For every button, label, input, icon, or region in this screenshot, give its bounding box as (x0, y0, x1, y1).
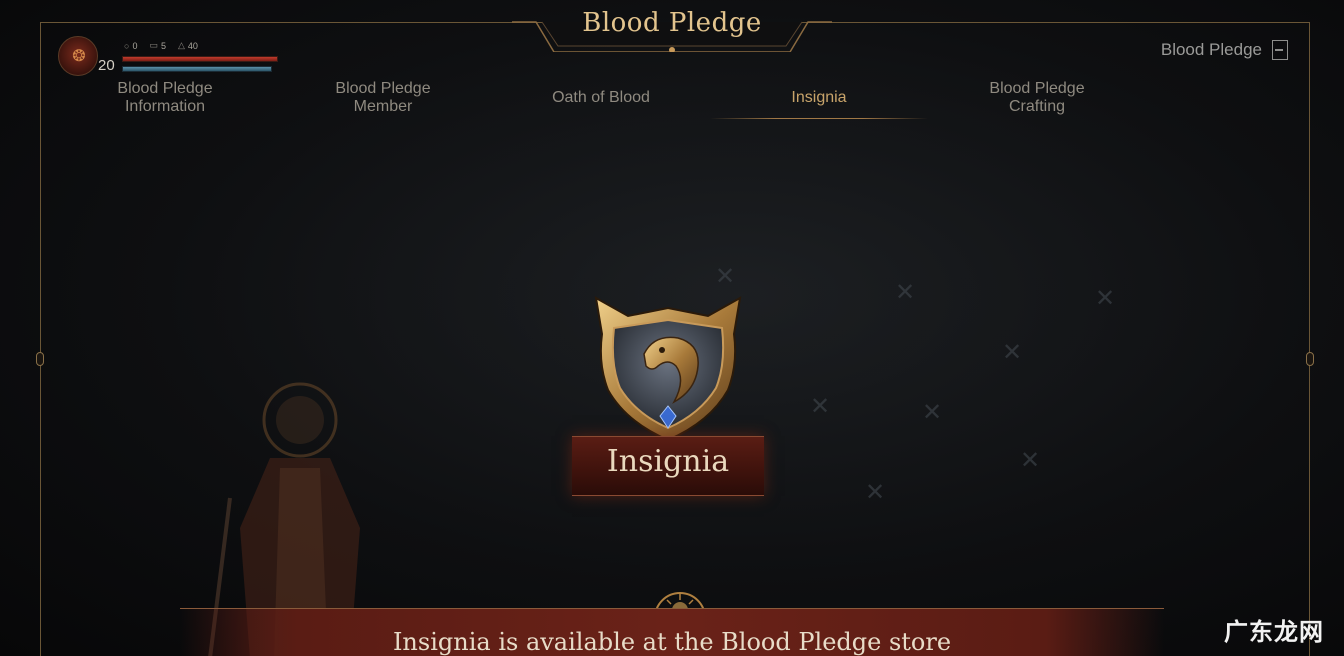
avatar[interactable]: ❂ (58, 36, 98, 76)
mp-bar-fill (123, 67, 271, 71)
mp-bar (122, 66, 272, 72)
tab-blood-pledge-information[interactable]: Blood Pledge Information (56, 78, 274, 118)
tab-label-line1: Blood Pledge (335, 80, 431, 97)
stat-weight: △ 40 (178, 40, 198, 51)
stat-ring: ○ 0 (124, 40, 137, 51)
stat-weight-value: 40 (187, 40, 198, 51)
decor-star-icon: ✕ (865, 478, 886, 506)
topright-label: Blood Pledge (1160, 40, 1262, 59)
ring-icon: ○ (124, 40, 130, 51)
decor-star-icon: ✕ (1020, 446, 1041, 474)
player-stats: ○ 0 ▭ 5 △ 40 (124, 40, 198, 51)
exit-icon[interactable] (1272, 40, 1288, 60)
tab-label-line2: Information (124, 98, 206, 115)
tab-label-line2: Member (353, 98, 413, 115)
tab-blood-pledge-member[interactable]: Blood Pledge Member (274, 78, 492, 118)
tab-blood-pledge-crafting[interactable]: Blood Pledge Crafting (928, 78, 1146, 118)
decor-star-icon: ✕ (895, 278, 916, 306)
hp-bar-fill (123, 57, 277, 61)
hp-bar (122, 56, 278, 62)
insignia-label: Insignia (606, 444, 730, 479)
insignia-shield-icon (594, 296, 742, 442)
frame-ornament-right (1306, 352, 1314, 366)
exit-blood-pledge[interactable]: Blood Pledge (1161, 40, 1288, 60)
stat-bag: ▭ 5 (149, 40, 166, 51)
decor-star-icon: ✕ (715, 262, 736, 290)
watermark-text: 广东龙网 (1224, 618, 1324, 646)
tab-label-line1: Oath of Blood (552, 89, 650, 106)
tab-label-line1: Blood Pledge (989, 80, 1085, 97)
frame-ornament-left (36, 352, 44, 366)
bag-icon: ▭ (149, 40, 158, 50)
stat-bag-value: 5 (160, 40, 166, 51)
tab-label-line1: Insignia (791, 89, 847, 106)
player-level: 20 (98, 57, 115, 74)
decor-star-icon: ✕ (922, 398, 943, 426)
page-title: Blood Pledge (582, 8, 762, 38)
decor-star-icon: ✕ (1095, 284, 1116, 312)
decor-star-icon: ✕ (810, 392, 831, 420)
tab-label-line2: Crafting (1008, 98, 1066, 115)
weight-icon: △ (177, 40, 185, 50)
decor-star-icon: ✕ (1002, 338, 1023, 366)
tab-bar: Blood Pledge Information Blood Pledge Memb… (56, 78, 1154, 120)
clan-crest-icon: ❂ (72, 46, 86, 65)
tab-insignia[interactable]: Insignia (710, 78, 928, 119)
tab-label-line1: Blood Pledge (117, 80, 213, 97)
tab-oath-of-blood[interactable]: Oath of Blood (492, 78, 710, 118)
stat-ring-value: 0 (132, 40, 138, 51)
notice-banner-text: Insignia is available at the Blood Pledg… (392, 628, 952, 656)
